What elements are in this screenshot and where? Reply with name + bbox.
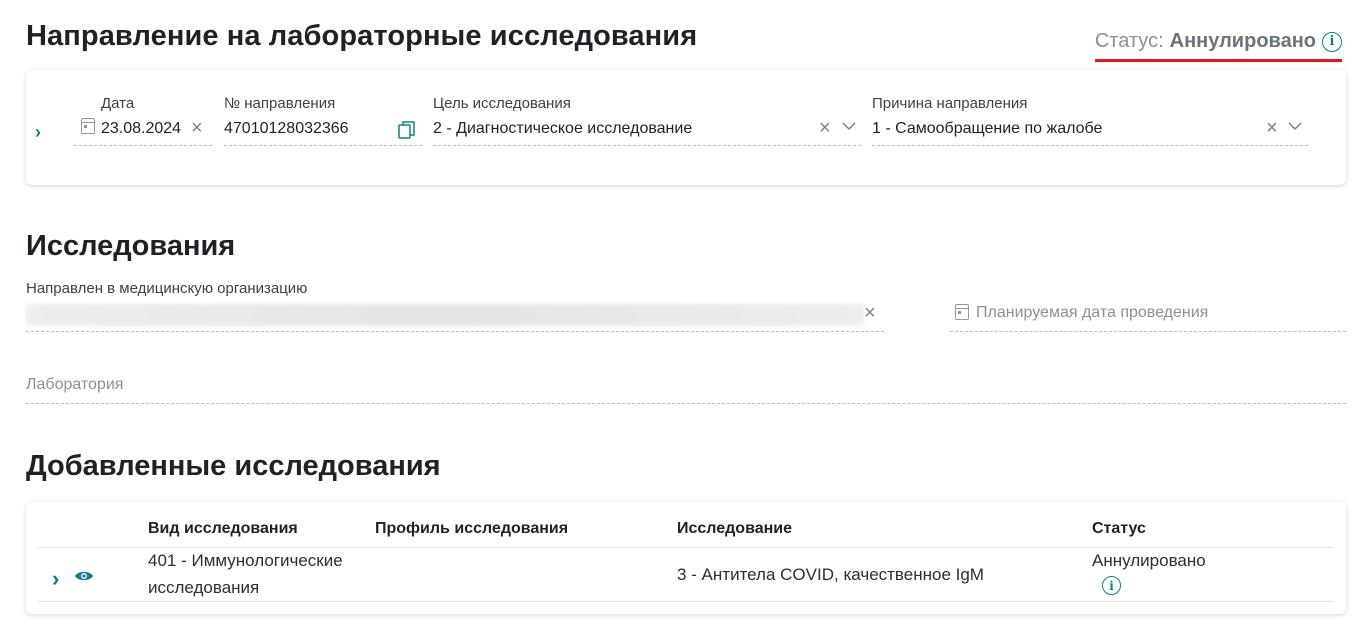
research-section-title: Исследования bbox=[26, 230, 236, 262]
date-label: Дата bbox=[101, 95, 135, 112]
row-type: 401 - Иммунологические исследования bbox=[148, 547, 343, 601]
purpose-label: Цель исследования bbox=[433, 95, 571, 112]
chevron-down-icon[interactable] bbox=[1287, 118, 1303, 134]
eye-icon[interactable] bbox=[74, 569, 94, 583]
row-type-line2: исследования bbox=[148, 578, 260, 597]
status-label: Статус: bbox=[1094, 30, 1164, 52]
planned-date-input[interactable]: Планируемая дата проведения bbox=[976, 304, 1208, 322]
clear-icon[interactable]: × bbox=[864, 302, 876, 325]
laboratory-underline bbox=[26, 403, 1346, 404]
clear-icon[interactable]: × bbox=[191, 117, 203, 140]
document-status: Статус: Аннулировано i bbox=[1094, 30, 1342, 62]
status-value: Аннулировано bbox=[1169, 30, 1316, 52]
column-header-type: Вид исследования bbox=[148, 520, 298, 537]
referral-card: › Дата 23.08.2024 × № направления 470101… bbox=[26, 70, 1346, 185]
row-divider bbox=[38, 601, 1334, 602]
row-study: 3 - Антитела COVID, качественное IgM bbox=[677, 565, 984, 584]
calendar-icon[interactable] bbox=[955, 304, 969, 320]
referral-number-field[interactable]: № направления 47010128032366 bbox=[224, 95, 422, 146]
org-label: Направлен в медицинскую организацию bbox=[26, 280, 308, 297]
referral-number-label: № направления bbox=[224, 95, 336, 112]
reason-value: 1 - Самообращение по жалобе bbox=[872, 120, 1103, 137]
column-header-study: Исследование bbox=[677, 520, 792, 537]
chevron-right-icon[interactable]: › bbox=[52, 566, 59, 592]
info-icon[interactable]: i bbox=[1322, 31, 1342, 52]
copy-icon[interactable] bbox=[398, 120, 416, 140]
org-field-underline bbox=[26, 331, 884, 332]
purpose-select[interactable]: Цель исследования 2 - Диагностическое ис… bbox=[433, 95, 861, 146]
clear-icon[interactable]: × bbox=[819, 117, 831, 140]
added-studies-table: Вид исследования Профиль исследования Ис… bbox=[26, 502, 1346, 614]
reason-select[interactable]: Причина направления 1 - Самообращение по… bbox=[872, 95, 1308, 146]
added-studies-title: Добавленные исследования bbox=[26, 450, 441, 482]
column-header-status: Статус bbox=[1092, 520, 1146, 537]
date-field[interactable]: Дата 23.08.2024 × bbox=[74, 95, 212, 146]
clear-icon[interactable]: × bbox=[1266, 117, 1278, 140]
referral-number-value: 47010128032366 bbox=[224, 120, 349, 137]
date-value: 23.08.2024 bbox=[101, 120, 182, 137]
org-value-redacted[interactable] bbox=[26, 304, 864, 326]
purpose-value: 2 - Диагностическое исследование bbox=[433, 120, 693, 137]
chevron-right-icon[interactable]: › bbox=[35, 122, 41, 143]
page-title: Направление на лабораторные исследования bbox=[26, 20, 698, 52]
info-icon[interactable]: i bbox=[1102, 576, 1121, 595]
reason-label: Причина направления bbox=[872, 95, 1028, 112]
row-type-line1: 401 - Иммунологические bbox=[148, 551, 343, 570]
row-status: Аннулировано bbox=[1092, 551, 1206, 570]
planned-date-underline bbox=[950, 331, 1346, 332]
column-header-profile: Профиль исследования bbox=[375, 520, 569, 537]
calendar-icon[interactable] bbox=[81, 118, 95, 134]
chevron-down-icon[interactable] bbox=[841, 118, 857, 134]
laboratory-input[interactable]: Лаборатория bbox=[26, 376, 123, 394]
